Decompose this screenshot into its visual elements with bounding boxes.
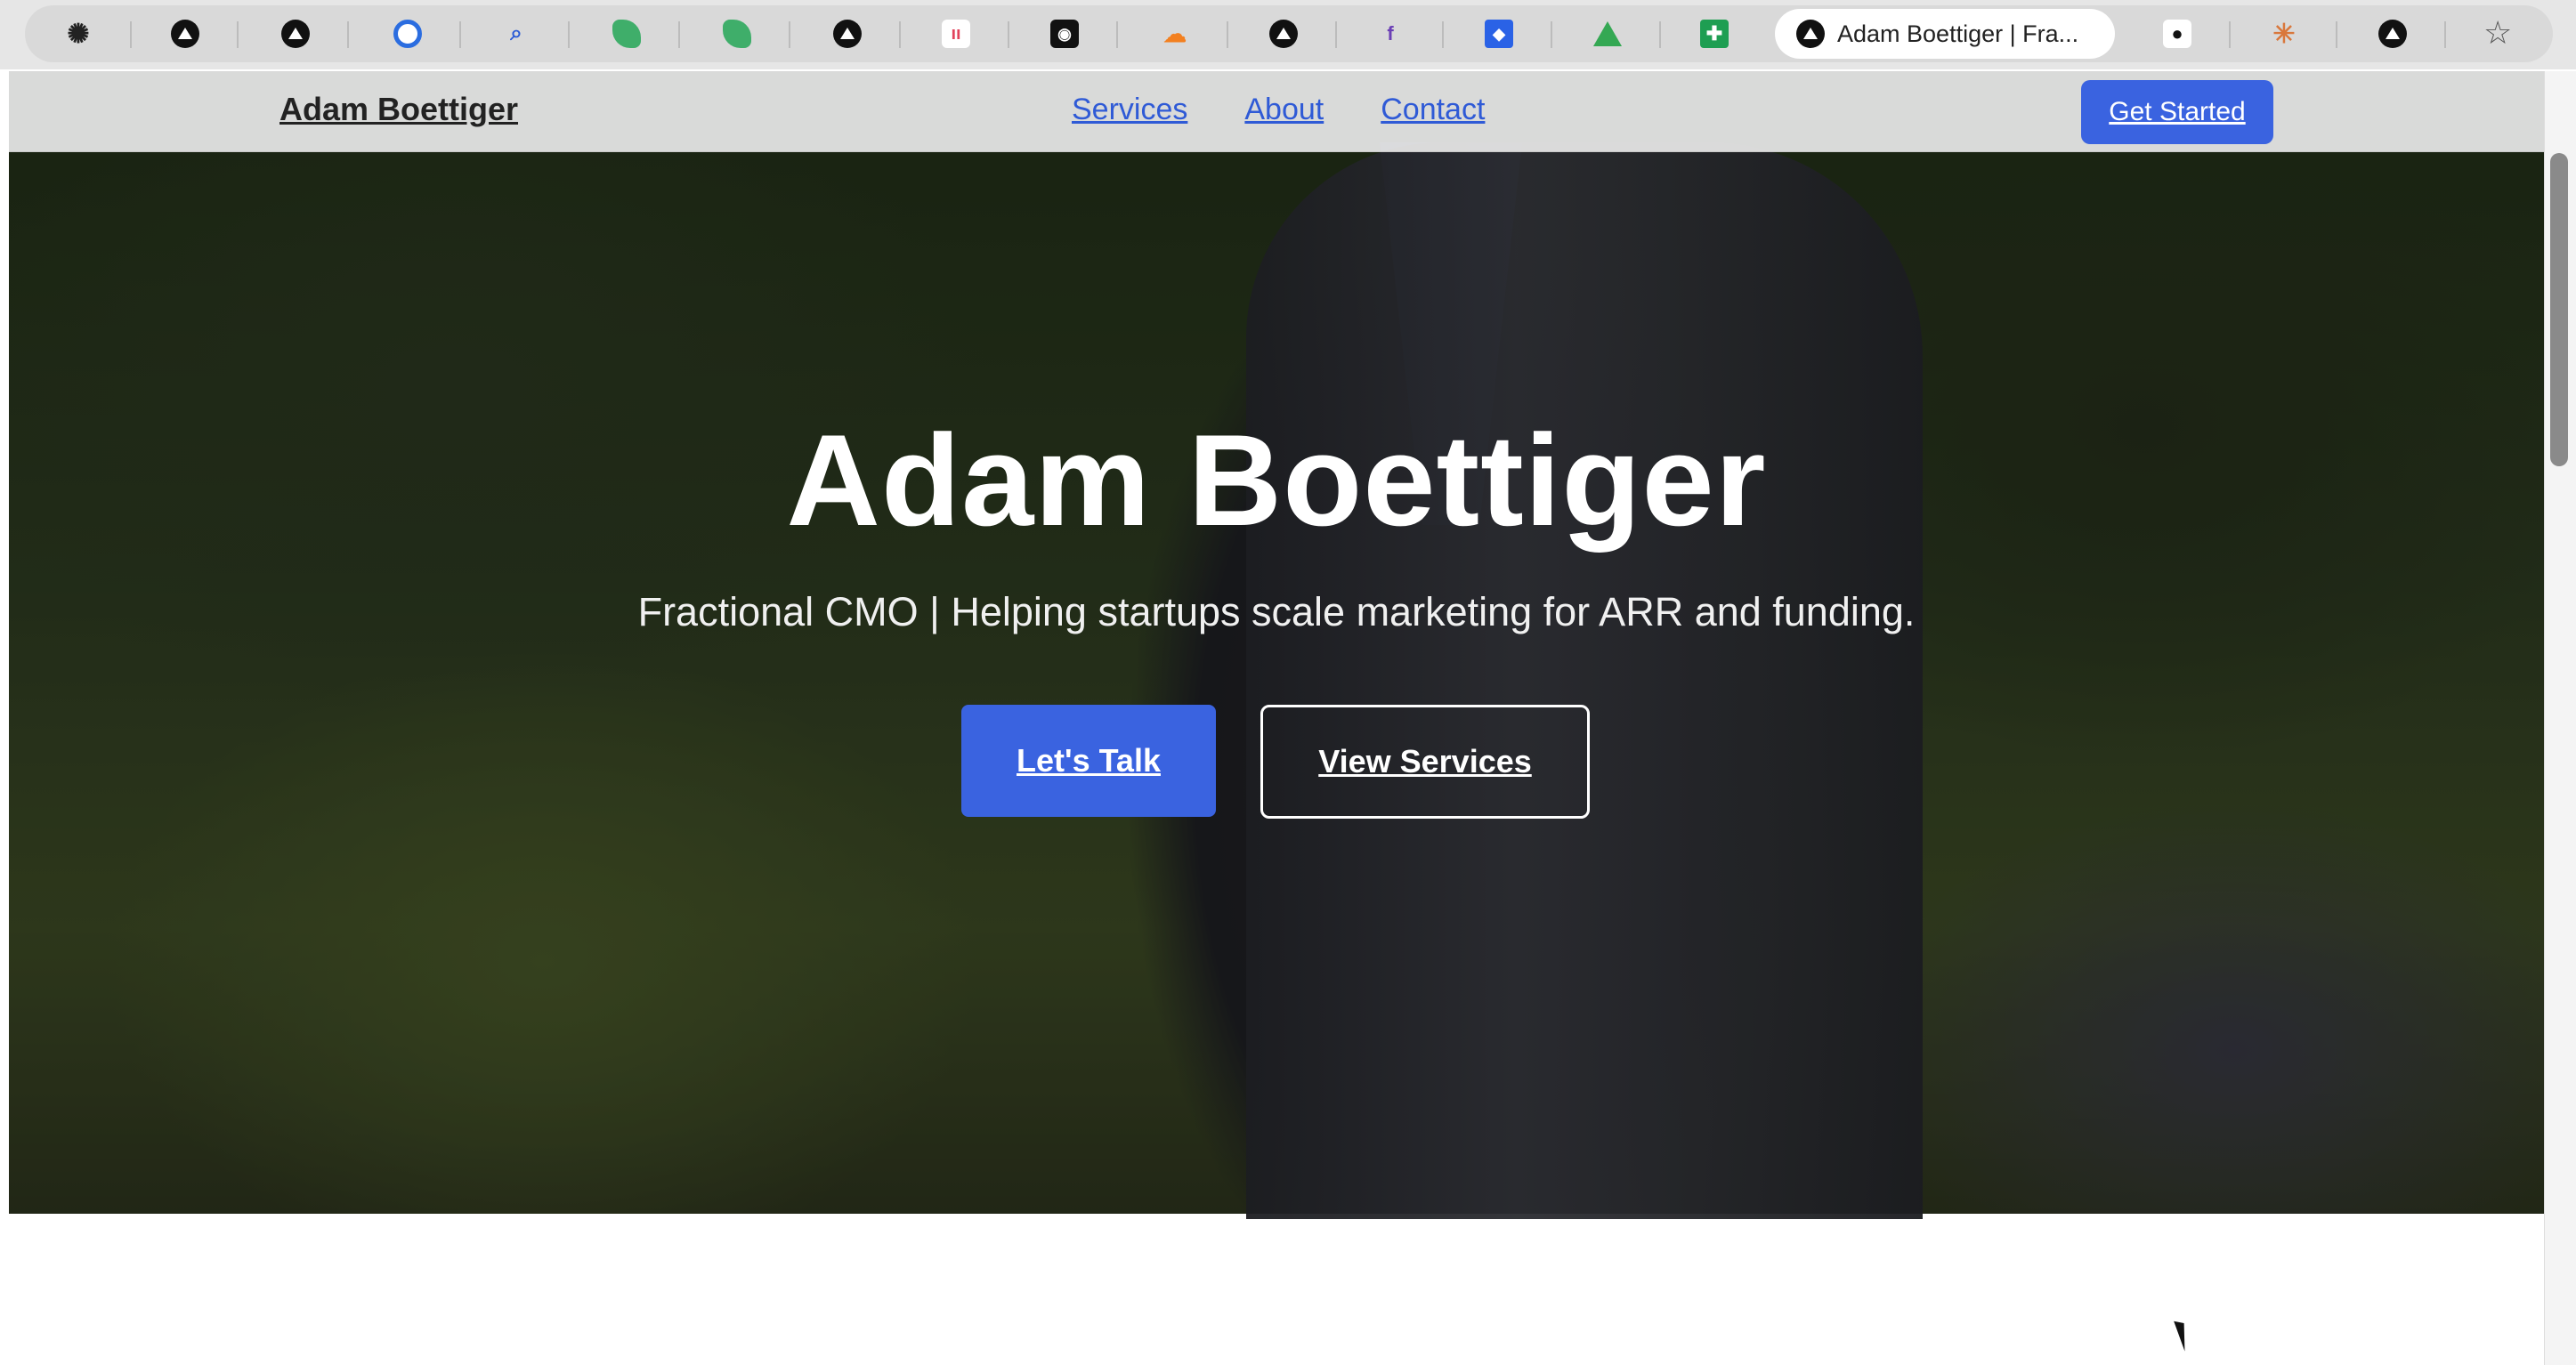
github-icon: ◉ <box>1050 20 1079 48</box>
tab-vercel[interactable] <box>2339 5 2446 62</box>
active-tab-title: Adam Boettiger | Fra... <box>1837 20 2079 47</box>
tab-dropbox[interactable]: ◆ <box>1446 5 1552 62</box>
tab-leaf[interactable] <box>573 5 680 62</box>
tab-github[interactable]: ◉ <box>1011 5 1118 62</box>
view-services-button[interactable]: View Services <box>1260 705 1590 819</box>
tab-active[interactable]: Adam Boettiger | Fra... <box>1775 9 2115 59</box>
vercel-icon <box>2378 20 2407 48</box>
vercel-icon <box>1796 20 1825 48</box>
leaf-icon <box>612 20 641 48</box>
vercel-icon <box>833 20 862 48</box>
google-sheets-icon: ✚ <box>1700 20 1729 48</box>
tab-monday[interactable]: ıı <box>903 5 1009 62</box>
tab-google-drive[interactable] <box>1554 5 1661 62</box>
scrollbar-thumb[interactable] <box>2550 153 2568 466</box>
cloudflare-icon: ☁ <box>1163 20 1187 47</box>
tab-google-sheets[interactable]: ✚ <box>1661 5 1768 62</box>
tab-grammarly[interactable] <box>354 5 461 62</box>
tab-vercel[interactable] <box>132 5 239 62</box>
tab-freecodecamp[interactable]: f <box>1337 5 1444 62</box>
search-icon: ⌕ <box>510 21 522 45</box>
vercel-icon <box>1269 20 1298 48</box>
tab-vercel[interactable] <box>242 5 349 62</box>
browser-tab-strip: ✺ ⌕ ıı ◉ ☁ f ◆ ✚ Adam Boettiger | Fra...… <box>0 0 2576 69</box>
site-header: Adam Boettiger Services About Contact Ge… <box>9 71 2544 152</box>
lets-talk-button[interactable]: Let's Talk <box>961 705 1216 817</box>
nav-about-link[interactable]: About <box>1244 93 1324 127</box>
leaf-icon <box>723 20 751 48</box>
main-nav: Services About Contact <box>1072 93 1485 127</box>
openai-icon: ✺ <box>67 19 90 49</box>
nav-services-link[interactable]: Services <box>1072 93 1187 127</box>
page-scrollbar[interactable] <box>2544 71 2576 1365</box>
tab-apple[interactable]: ● <box>2124 5 2231 62</box>
tab-openai[interactable]: ✺ <box>25 5 132 62</box>
dropbox-icon: ◆ <box>1485 20 1513 48</box>
tab-cloudflare[interactable]: ☁ <box>1122 5 1228 62</box>
apple-icon: ● <box>2163 20 2191 48</box>
grammarly-icon <box>393 20 422 48</box>
tab-vercel[interactable] <box>1230 5 1337 62</box>
bookmark-star-icon[interactable]: ☆ <box>2483 14 2512 52</box>
nav-contact-link[interactable]: Contact <box>1381 93 1485 127</box>
page-viewport: Adam Boettiger Fractional CMO | Helping … <box>9 71 2544 1365</box>
hero-title: Adam Boettiger <box>786 408 1767 553</box>
tab-vercel[interactable] <box>794 5 901 62</box>
hero-section: Adam Boettiger Fractional CMO | Helping … <box>9 71 2544 1219</box>
claude-icon: ✳ <box>2272 19 2296 49</box>
hero-subtitle: Fractional CMO | Helping startups scale … <box>637 589 1916 634</box>
monday-icon: ıı <box>942 20 970 48</box>
brand-link[interactable]: Adam Boettiger <box>279 91 518 128</box>
google-drive-icon <box>1593 21 1622 46</box>
get-started-button[interactable]: Get Started <box>2081 80 2273 144</box>
freecodecamp-icon: f <box>1387 22 1394 44</box>
tab-leaf[interactable] <box>684 5 790 62</box>
vercel-icon <box>171 20 199 48</box>
vercel-icon <box>281 20 310 48</box>
hero-background-person <box>1246 142 1923 1219</box>
tab-claude[interactable]: ✳ <box>2231 5 2337 62</box>
tab-search[interactable]: ⌕ <box>463 5 570 62</box>
